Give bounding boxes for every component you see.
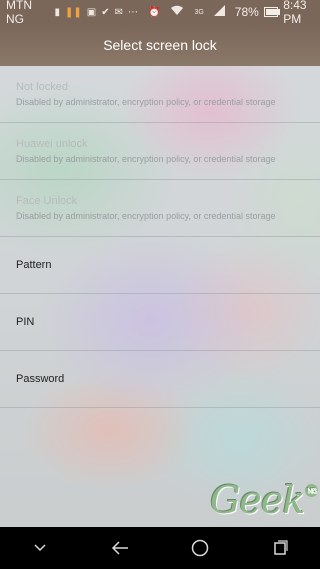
watermark-text: Geek <box>210 478 305 522</box>
option-description: Disabled by administrator, encryption po… <box>16 154 276 164</box>
pause-icon: ❚❚ <box>65 6 82 18</box>
more-notifications-icon: ⋯ <box>128 6 138 18</box>
signal-icon <box>213 5 225 19</box>
carrier-name: MTN NG <box>6 0 32 26</box>
option-label: Face Unlock <box>16 195 78 207</box>
option-huawei-unlock: Huawei unlock Disabled by administrator,… <box>0 123 320 180</box>
option-pin[interactable]: PIN <box>0 294 320 351</box>
battery-icon <box>263 7 281 17</box>
recents-icon <box>274 540 288 555</box>
sim-card-icon: ▮ <box>54 6 60 18</box>
option-label: Password <box>16 373 65 385</box>
mail-icon: ✉ <box>114 6 123 18</box>
title-bar: Select screen lock <box>0 24 320 66</box>
network-type-label: 3G <box>194 8 204 16</box>
recents-button[interactable] <box>260 527 300 569</box>
option-label: Not locked <box>16 81 68 93</box>
option-label: PIN <box>16 316 35 328</box>
option-label: Pattern <box>16 259 52 271</box>
page-title: Select screen lock <box>103 37 217 53</box>
battery-percent: 78% <box>234 5 259 19</box>
status-bar: MTN NG ▮ ❚❚ ▣ ✔ ✉ ⋯ ⏰ 3G 78% 8:43 PM <box>0 0 320 26</box>
option-face-unlock: Face Unlock Disabled by administrator, e… <box>0 180 320 237</box>
option-description: Disabled by administrator, encryption po… <box>16 97 276 107</box>
home-icon <box>191 539 209 557</box>
wifi-icon <box>170 5 184 19</box>
check-icon: ✔ <box>101 6 110 18</box>
battery-fill <box>265 9 280 15</box>
navigation-bar <box>0 527 320 569</box>
chevron-down-icon <box>34 544 46 552</box>
option-description: Disabled by administrator, encryption po… <box>16 211 276 221</box>
option-label: Huawei unlock <box>16 138 88 150</box>
home-button[interactable] <box>180 527 220 569</box>
image-icon: ▣ <box>86 6 97 18</box>
option-not-locked: Not locked Disabled by administrator, en… <box>0 66 320 123</box>
option-pattern[interactable]: Pattern <box>0 237 320 294</box>
watermark-badge: NG <box>305 484 318 497</box>
back-icon <box>111 541 128 555</box>
screen-lock-options-list: Not locked Disabled by administrator, en… <box>0 66 320 408</box>
option-password[interactable]: Password <box>0 351 320 408</box>
clock-time: 8:43 PM <box>283 0 307 26</box>
watermark-logo: Geek NG <box>210 478 318 522</box>
hide-nav-button[interactable] <box>20 527 60 569</box>
back-button[interactable] <box>100 527 140 569</box>
alarm-icon: ⏰ <box>148 6 161 18</box>
